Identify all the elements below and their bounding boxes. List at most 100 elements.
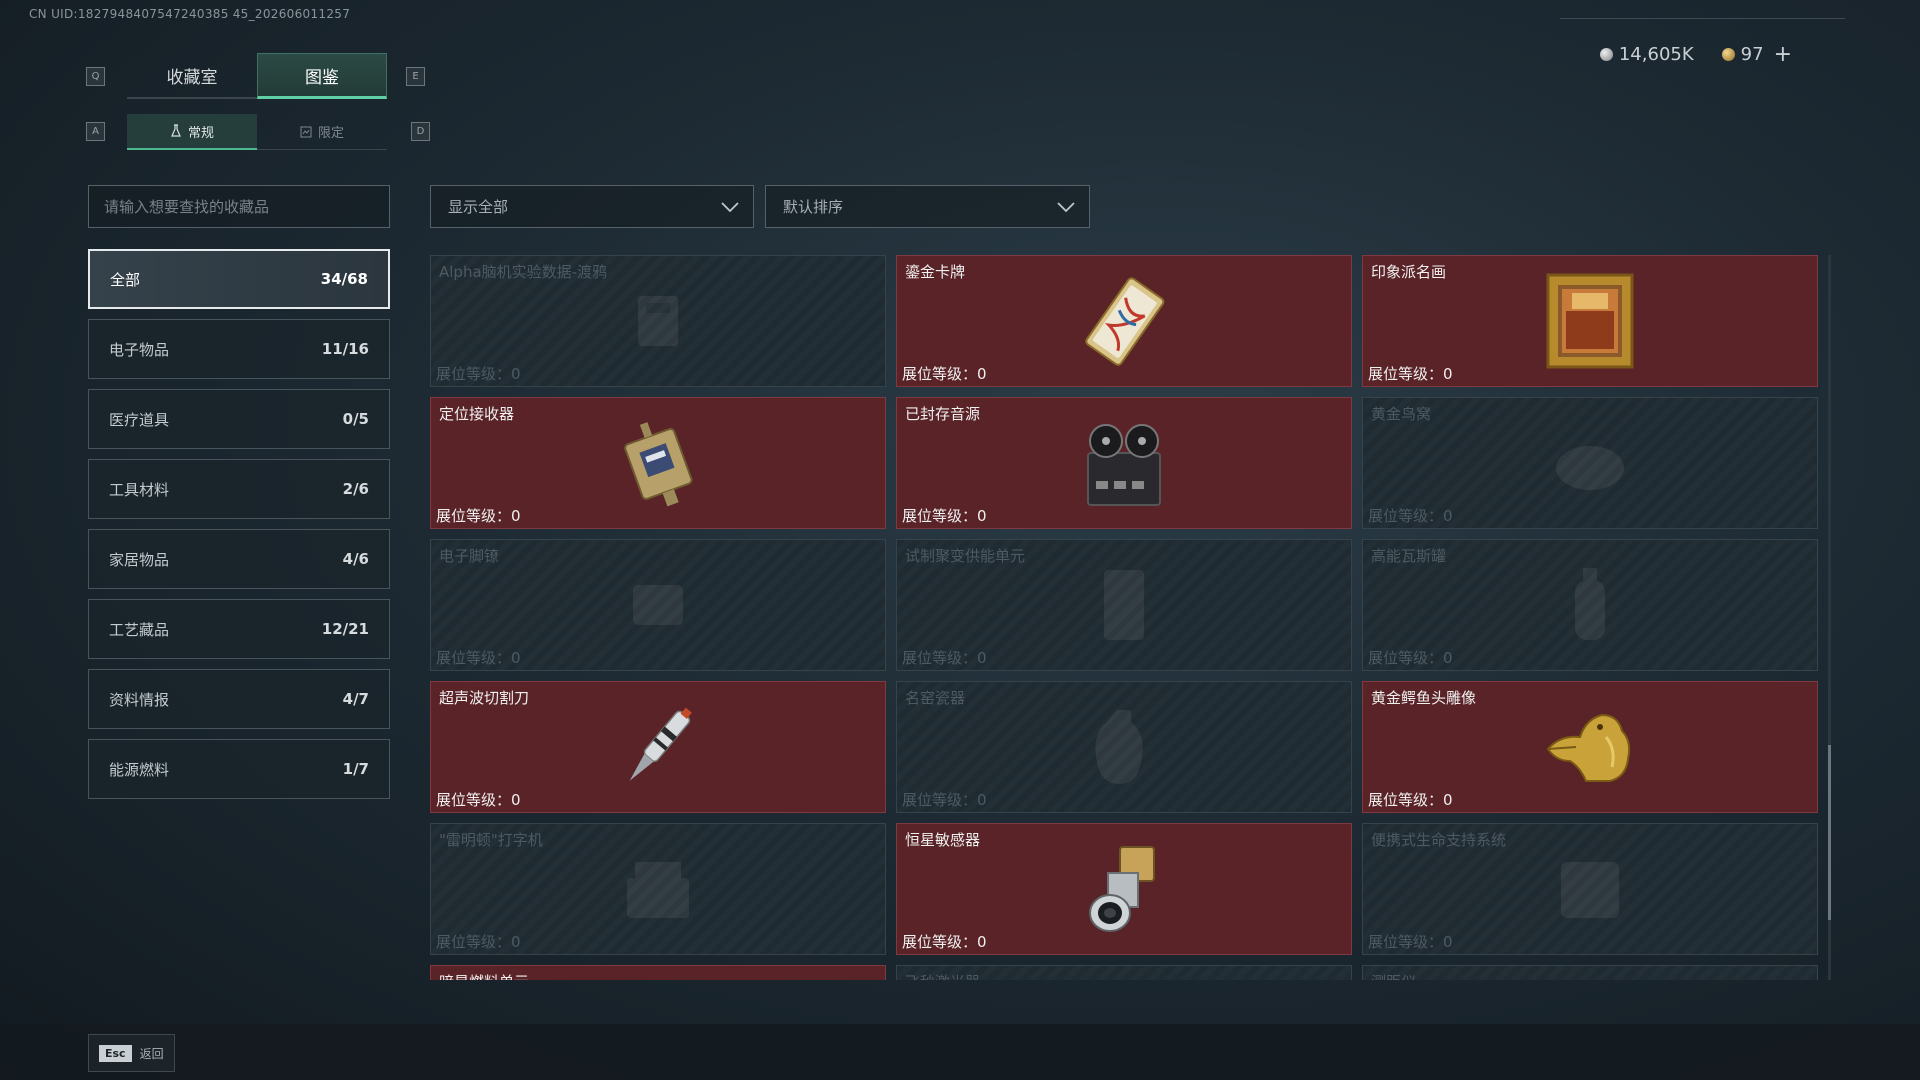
card-name: 名窑瓷器 <box>905 689 966 707</box>
category-count: 11/16 <box>321 340 369 358</box>
card-level: 展位等级：0 <box>436 931 521 952</box>
gold-currency: 97 + <box>1721 42 1792 67</box>
sub-tabs: 常规 限定 <box>127 114 387 150</box>
collection-card[interactable]: 已封存音源 展位等级：0 <box>896 397 1352 529</box>
currency-bar: 14,605K 97 + <box>1599 42 1792 67</box>
collection-card[interactable]: 鎏金卡牌 展位等级：0 <box>896 255 1352 387</box>
card-level: 展位等级：0 <box>436 789 521 810</box>
collection-card[interactable]: 超声波切割刀 展位等级：0 <box>430 681 886 813</box>
tab-codex[interactable]: 图鉴 <box>257 53 387 99</box>
card-name: 高能瓦斯罐 <box>1371 547 1447 565</box>
collection-card[interactable]: 名窑瓷器展位等级：0 <box>896 681 1352 813</box>
tab-regular[interactable]: 常规 <box>127 114 257 150</box>
level-label: 展位等级： <box>1368 507 1444 525</box>
card-name: 鎏金卡牌 <box>905 263 966 281</box>
card-level: 展位等级：0 <box>902 505 987 526</box>
collection-card[interactable]: 黄金鸟窝展位等级：0 <box>1362 397 1818 529</box>
collection-card[interactable]: "雷明顿"打字机 展位等级：0 <box>430 823 886 955</box>
category-electronics[interactable]: 电子物品 11/16 <box>88 319 390 379</box>
search-box[interactable] <box>88 185 390 228</box>
collection-card[interactable]: 试制聚变供能单元 展位等级：0 <box>896 539 1352 671</box>
card-level: 展位等级：0 <box>1368 931 1453 952</box>
category-household[interactable]: 家居物品 4/6 <box>88 529 390 589</box>
ankle-monitor-icon <box>603 550 713 660</box>
level-label: 展位等级： <box>902 365 978 383</box>
golden-nest-icon <box>1535 408 1645 518</box>
data-drive-icon <box>603 266 713 376</box>
card-level: 展位等级：0 <box>436 505 521 526</box>
collection-card[interactable]: 高能瓦斯罐展位等级：0 <box>1362 539 1818 671</box>
category-count: 4/7 <box>342 690 369 708</box>
limited-box-icon <box>300 126 312 137</box>
category-crafts[interactable]: 工艺藏品 12/21 <box>88 599 390 659</box>
category-count: 34/68 <box>320 270 368 288</box>
category-count: 0/5 <box>342 410 369 428</box>
card-name: 电子脚镣 <box>439 547 500 565</box>
card-level: 展位等级：0 <box>902 789 987 810</box>
tab-collection-room[interactable]: 收藏室 <box>127 53 257 99</box>
main-tabs: 收藏室 图鉴 <box>127 53 387 99</box>
filter-dropdown[interactable]: 显示全部 <box>430 185 754 228</box>
back-button[interactable]: Esc 返回 <box>88 1034 175 1072</box>
search-input[interactable] <box>104 197 389 216</box>
collection-card[interactable]: 定位接收器 展位等级：0 <box>430 397 886 529</box>
card-level: 展位等级：0 <box>1368 647 1453 668</box>
card-name: 超声波切割刀 <box>439 689 530 707</box>
filter-dropdown-label: 显示全部 <box>448 198 509 216</box>
fusion-cell-icon <box>1069 550 1179 660</box>
card-name: 测距仪 <box>1371 971 1416 980</box>
category-medical[interactable]: 医疗道具 0/5 <box>88 389 390 449</box>
card-name: 飞秒激光器 <box>905 971 980 980</box>
collection-card[interactable]: 恒星敏感器 展位等级：0 <box>896 823 1352 955</box>
level-label: 展位等级： <box>1368 365 1444 383</box>
category-label: 工艺藏品 <box>109 620 170 639</box>
category-label: 资料情报 <box>109 690 170 709</box>
add-currency-button[interactable]: + <box>1774 42 1792 67</box>
item-grid: Alpha脑机实验数据-渡鸦 展位等级：0 鎏金卡牌 展位等级：0 印象派名画 展位等级：… <box>430 255 1820 980</box>
category-count: 12/21 <box>321 620 369 638</box>
bottom-bar <box>0 1024 1920 1080</box>
collection-card[interactable]: Alpha脑机实验数据-渡鸦 展位等级：0 <box>430 255 886 387</box>
category-tools[interactable]: 工具材料 2/6 <box>88 459 390 519</box>
gas-canister-icon <box>1535 550 1645 660</box>
level-value: 0 <box>977 791 987 809</box>
level-label: 展位等级： <box>902 791 978 809</box>
card-name: 印象派名画 <box>1371 263 1447 281</box>
category-count: 2/6 <box>342 480 369 498</box>
typewriter-icon <box>603 834 713 944</box>
gilded-card-icon <box>1069 266 1179 376</box>
card-level: 展位等级：0 <box>436 647 521 668</box>
collection-card[interactable]: 印象派名画 展位等级：0 <box>1362 255 1818 387</box>
scroll-thumb[interactable] <box>1828 745 1831 920</box>
collection-card[interactable]: 便携式生命支持系统 展位等级：0 <box>1362 823 1818 955</box>
collection-card[interactable]: 电子脚镣展位等级：0 <box>430 539 886 671</box>
collection-card-partial[interactable]: 测距仪 <box>1362 965 1818 980</box>
level-value: 0 <box>1443 507 1453 525</box>
category-intel[interactable]: 资料情报 4/7 <box>88 669 390 729</box>
back-label: 返回 <box>139 1046 164 1061</box>
category-label: 全部 <box>110 270 141 289</box>
key-hint-a: A <box>86 122 105 141</box>
category-list: 全部 34/68 电子物品 11/16 医疗道具 0/5 工具材料 2/6 家居… <box>88 249 390 809</box>
collection-card[interactable]: 黄金鳄鱼头雕像 展位等级：0 <box>1362 681 1818 813</box>
category-all[interactable]: 全部 34/68 <box>88 249 390 309</box>
card-level: 展位等级：0 <box>1368 505 1453 526</box>
card-name: Alpha脑机实验数据-渡鸦 <box>439 263 608 281</box>
card-name: 试制聚变供能单元 <box>905 547 1026 565</box>
key-hint-d: D <box>411 122 430 141</box>
level-label: 展位等级： <box>902 649 978 667</box>
collection-card-partial[interactable]: 暗星燃料单元 <box>430 965 886 980</box>
tab-limited[interactable]: 限定 <box>257 114 387 150</box>
category-count: 1/7 <box>342 760 369 778</box>
card-name: 黄金鸟窝 <box>1371 405 1432 423</box>
item-grid-viewport[interactable]: Alpha脑机实验数据-渡鸦 展位等级：0 鎏金卡牌 展位等级：0 印象派名画 展位等级：… <box>430 255 1820 980</box>
uid-label: CN UID:1827948407547240385 45_2026060112… <box>29 7 351 21</box>
receiver-icon <box>603 408 713 518</box>
category-label: 工具材料 <box>109 480 170 499</box>
sort-dropdown[interactable]: 默认排序 <box>765 185 1090 228</box>
category-label: 医疗道具 <box>109 410 170 429</box>
category-energy[interactable]: 能源燃料 1/7 <box>88 739 390 799</box>
card-level: 展位等级：0 <box>902 647 987 668</box>
collection-card-partial[interactable]: 飞秒激光器 <box>896 965 1352 980</box>
grid-scrollbar[interactable] <box>1828 255 1831 980</box>
